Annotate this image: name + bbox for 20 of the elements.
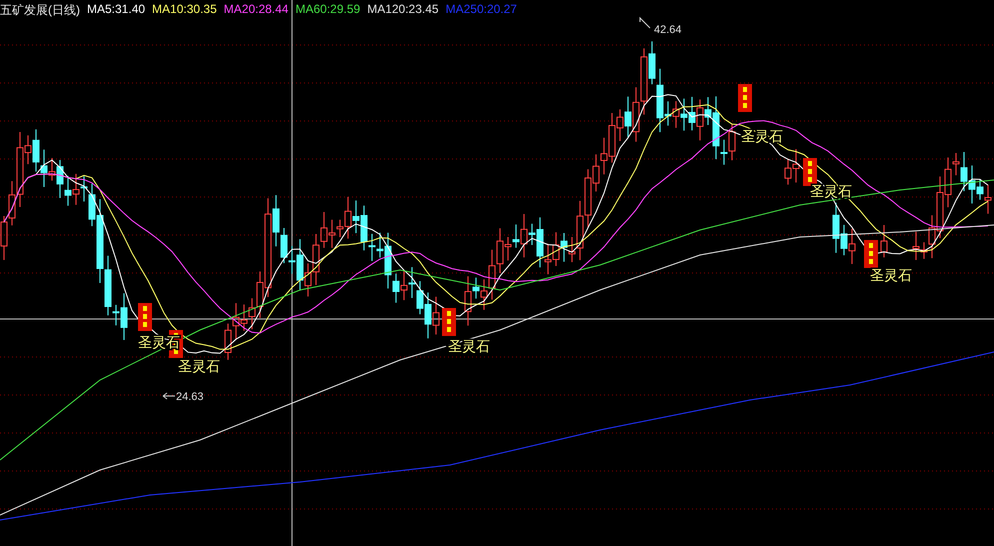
ma-legend-label: MA20:28.44	[224, 2, 288, 18]
signal-marker	[138, 303, 152, 331]
candlestick	[880, 224, 888, 258]
signal-marker	[738, 84, 752, 112]
ma-legend-label: MA10:30.35	[152, 2, 217, 18]
signal-marker	[803, 158, 817, 186]
leader-line	[640, 16, 650, 28]
price-label: 42.64	[654, 24, 682, 36]
chart-title: 五矿发展(日线)	[0, 2, 80, 19]
ma-legend-label: MA120:23.45	[367, 2, 439, 18]
leader-line	[162, 392, 176, 400]
signal-label: 圣灵石	[870, 268, 912, 284]
price-label: 24.63	[176, 391, 204, 403]
ma-legend-label: MA60:29.59	[295, 2, 360, 18]
signal-marker	[442, 308, 456, 336]
ma-legend-label: MA5:31.40	[87, 2, 146, 18]
ma-legend-label: MA250:20.27	[446, 2, 517, 18]
signal-label: 圣灵石	[448, 339, 490, 355]
signal-marker	[864, 240, 878, 268]
signal-label: 圣灵石	[178, 359, 220, 375]
